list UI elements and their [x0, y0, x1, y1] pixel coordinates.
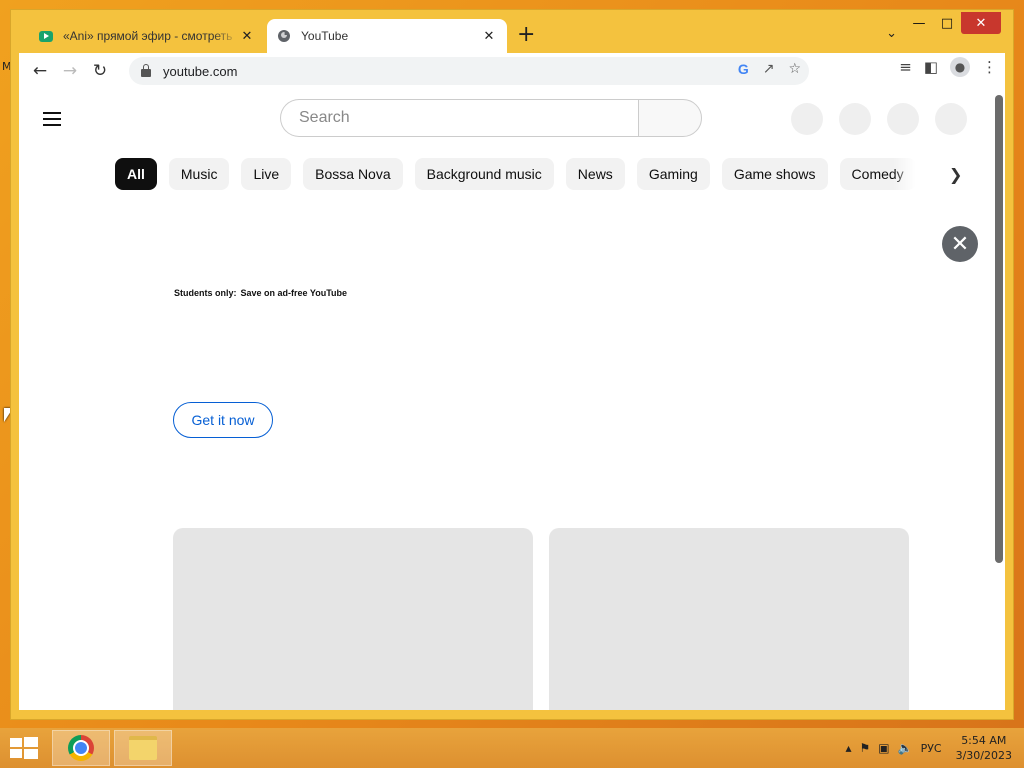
language-indicator[interactable]: РУС [921, 742, 942, 755]
chip-bossa-nova[interactable]: Bossa Nova [303, 158, 403, 190]
network-icon[interactable]: ▣ [878, 741, 889, 755]
show-hidden-icons-icon[interactable]: ▴ [845, 741, 851, 755]
youtube-page: All Music Live Bossa Nova Background mus… [19, 89, 1005, 710]
hamburger-menu-icon[interactable] [43, 112, 61, 130]
side-panel-icon[interactable]: ◧ [924, 58, 938, 76]
tv-icon [39, 29, 53, 43]
lock-icon[interactable] [141, 64, 151, 77]
chip-live[interactable]: Live [241, 158, 292, 190]
promo-headline: Students only: Save on ad-free YouTube [174, 288, 347, 298]
menu-kebab-icon[interactable]: ⋮ [982, 58, 997, 76]
google-lens-icon[interactable]: G [738, 61, 749, 77]
header-placeholder-icon[interactable] [935, 103, 967, 135]
page-scrollbar[interactable] [995, 95, 1003, 563]
volume-muted-icon[interactable]: 🔈 [898, 741, 913, 755]
tab-title: «Ani» прямой эфир - смотреть [63, 29, 233, 43]
chevron-right-icon[interactable]: ❯ [949, 165, 962, 184]
chip-bar: All Music Live Bossa Nova Background mus… [115, 158, 916, 190]
bookmark-star-icon[interactable]: ☆ [788, 61, 801, 77]
window-controls: — □ ✕ [905, 12, 1001, 34]
chip-game-shows[interactable]: Game shows [721, 158, 828, 190]
reload-button[interactable]: ↻ [85, 56, 115, 86]
promo-text: Save on ad-free YouTube [240, 288, 348, 298]
folder-icon [129, 736, 157, 760]
profile-avatar-icon[interactable]: ● [950, 57, 970, 77]
system-tray: ▴ ⚑ ▣ 🔈 РУС 5:54 AM 3/30/2023 [845, 728, 1012, 768]
search-input[interactable] [297, 108, 621, 128]
chip-gaming[interactable]: Gaming [636, 158, 710, 190]
promo-label: Students only: [174, 288, 237, 298]
chip-comedy[interactable]: Comedy [839, 158, 916, 190]
share-icon[interactable]: ↗ [763, 61, 775, 77]
video-thumbnail-placeholder[interactable] [549, 528, 909, 710]
taskbar-chrome-button[interactable] [52, 730, 110, 766]
action-center-flag-icon[interactable]: ⚑ [860, 741, 871, 755]
chip-all[interactable]: All [115, 158, 157, 190]
taskbar-explorer-button[interactable] [114, 730, 172, 766]
taskbar: ▴ ⚑ ▣ 🔈 РУС 5:54 AM 3/30/2023 [0, 728, 1024, 768]
chip-news[interactable]: News [565, 158, 625, 190]
chip-music[interactable]: Music [168, 158, 230, 190]
close-window-button[interactable]: ✕ [961, 12, 1001, 34]
search-field[interactable] [280, 99, 638, 137]
tab-ani-live[interactable]: «Ani» прямой эфир - смотреть ✕ [29, 19, 265, 53]
close-tab-icon[interactable]: ✕ [239, 29, 255, 44]
dismiss-promo-button[interactable]: ✕ [942, 226, 978, 262]
close-tab-icon[interactable]: ✕ [481, 29, 497, 44]
media-playlist-icon[interactable]: ≡ [899, 58, 912, 76]
new-tab-button[interactable]: + [517, 24, 535, 46]
chrome-icon [68, 735, 94, 761]
clock-date: 3/30/2023 [955, 749, 1012, 762]
header-placeholder-icon[interactable] [839, 103, 871, 135]
url-text: youtube.com [163, 63, 238, 79]
chip-background-music[interactable]: Background music [414, 158, 554, 190]
get-it-now-button[interactable]: Get it now [173, 402, 273, 438]
tab-title: YouTube [301, 29, 349, 43]
search-button[interactable] [638, 99, 702, 137]
globe-icon [277, 29, 291, 43]
address-bar[interactable]: youtube.com G ↗ ☆ [129, 57, 809, 85]
windows-start-icon[interactable] [10, 737, 38, 759]
video-thumbnail-placeholder[interactable] [173, 528, 533, 710]
back-button[interactable]: ← [25, 56, 55, 86]
browser-window: — □ ✕ «Ani» прямой эфир - смотреть ✕ You… [10, 9, 1014, 720]
header-placeholder-icon[interactable] [887, 103, 919, 135]
tab-youtube[interactable]: YouTube ✕ [267, 19, 507, 53]
header-placeholder-icon[interactable] [791, 103, 823, 135]
forward-button[interactable]: → [55, 56, 85, 86]
clock-time: 5:54 AM [961, 734, 1007, 747]
maximize-button[interactable]: □ [933, 12, 961, 34]
browser-toolbar: ← → ↻ youtube.com G ↗ ☆ ≡ ◧ ● ⋮ [19, 53, 1005, 89]
tab-search-chevron-icon[interactable]: ⌄ [886, 26, 897, 41]
minimize-button[interactable]: — [905, 12, 933, 34]
clock[interactable]: 5:54 AM 3/30/2023 [956, 733, 1012, 763]
